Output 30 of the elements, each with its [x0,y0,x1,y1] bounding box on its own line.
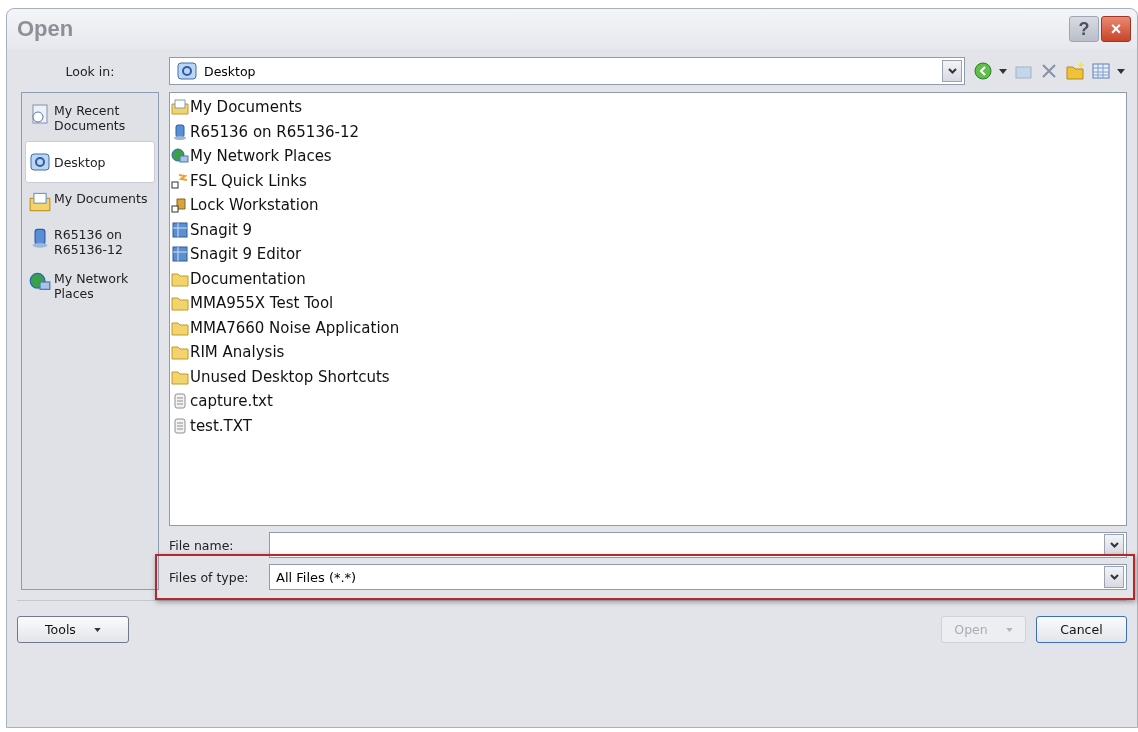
file-type-dropdown[interactable]: All Files (*.*) [269,564,1127,590]
file-item[interactable]: Documentation [190,269,306,288]
places-item[interactable]: Desktop [25,141,155,183]
places-item[interactable]: My Documents [25,185,155,219]
file-item[interactable]: FSL Quick Links [190,171,307,190]
window-title: Open [17,16,75,42]
file-item[interactable]: R65136 on R65136-12 [190,122,359,141]
file-name-label: File name: [169,537,235,553]
file-item[interactable]: MMA7660 Noise Application [190,318,400,337]
file-type-label: Files of type: [169,569,250,585]
look-in-dropdown[interactable]: Desktop [169,57,965,85]
look-in-value: Desktop [170,60,940,82]
file-item[interactable]: Snagit 9 [190,220,253,239]
file-item[interactable]: test.TXT [190,416,252,435]
places-item[interactable]: My Recent Documents [25,97,155,139]
places-item[interactable]: R65136 on R65136-12 [25,221,155,263]
close-button[interactable]: × [1101,16,1131,42]
file-item[interactable]: MMA955X Test Tool [190,294,334,313]
file-item[interactable]: Lock Workstation [190,196,319,215]
dialog-button[interactable]: Tools [17,616,129,643]
file-item[interactable]: Unused Desktop Shortcuts [190,367,390,386]
file-item[interactable]: Snagit 9 Editor [190,245,302,264]
places-item[interactable]: My Network Places [25,265,155,307]
file-item[interactable]: My Network Places [190,147,332,166]
file-item[interactable]: capture.txt [190,392,273,411]
dialog-button[interactable]: Cancel [1036,616,1127,643]
help-button[interactable]: ? [1069,16,1099,42]
file-item[interactable]: RIM Analysis [190,343,285,362]
look-in-label: Look in: [64,63,116,79]
file-item[interactable]: My Documents [190,98,303,117]
